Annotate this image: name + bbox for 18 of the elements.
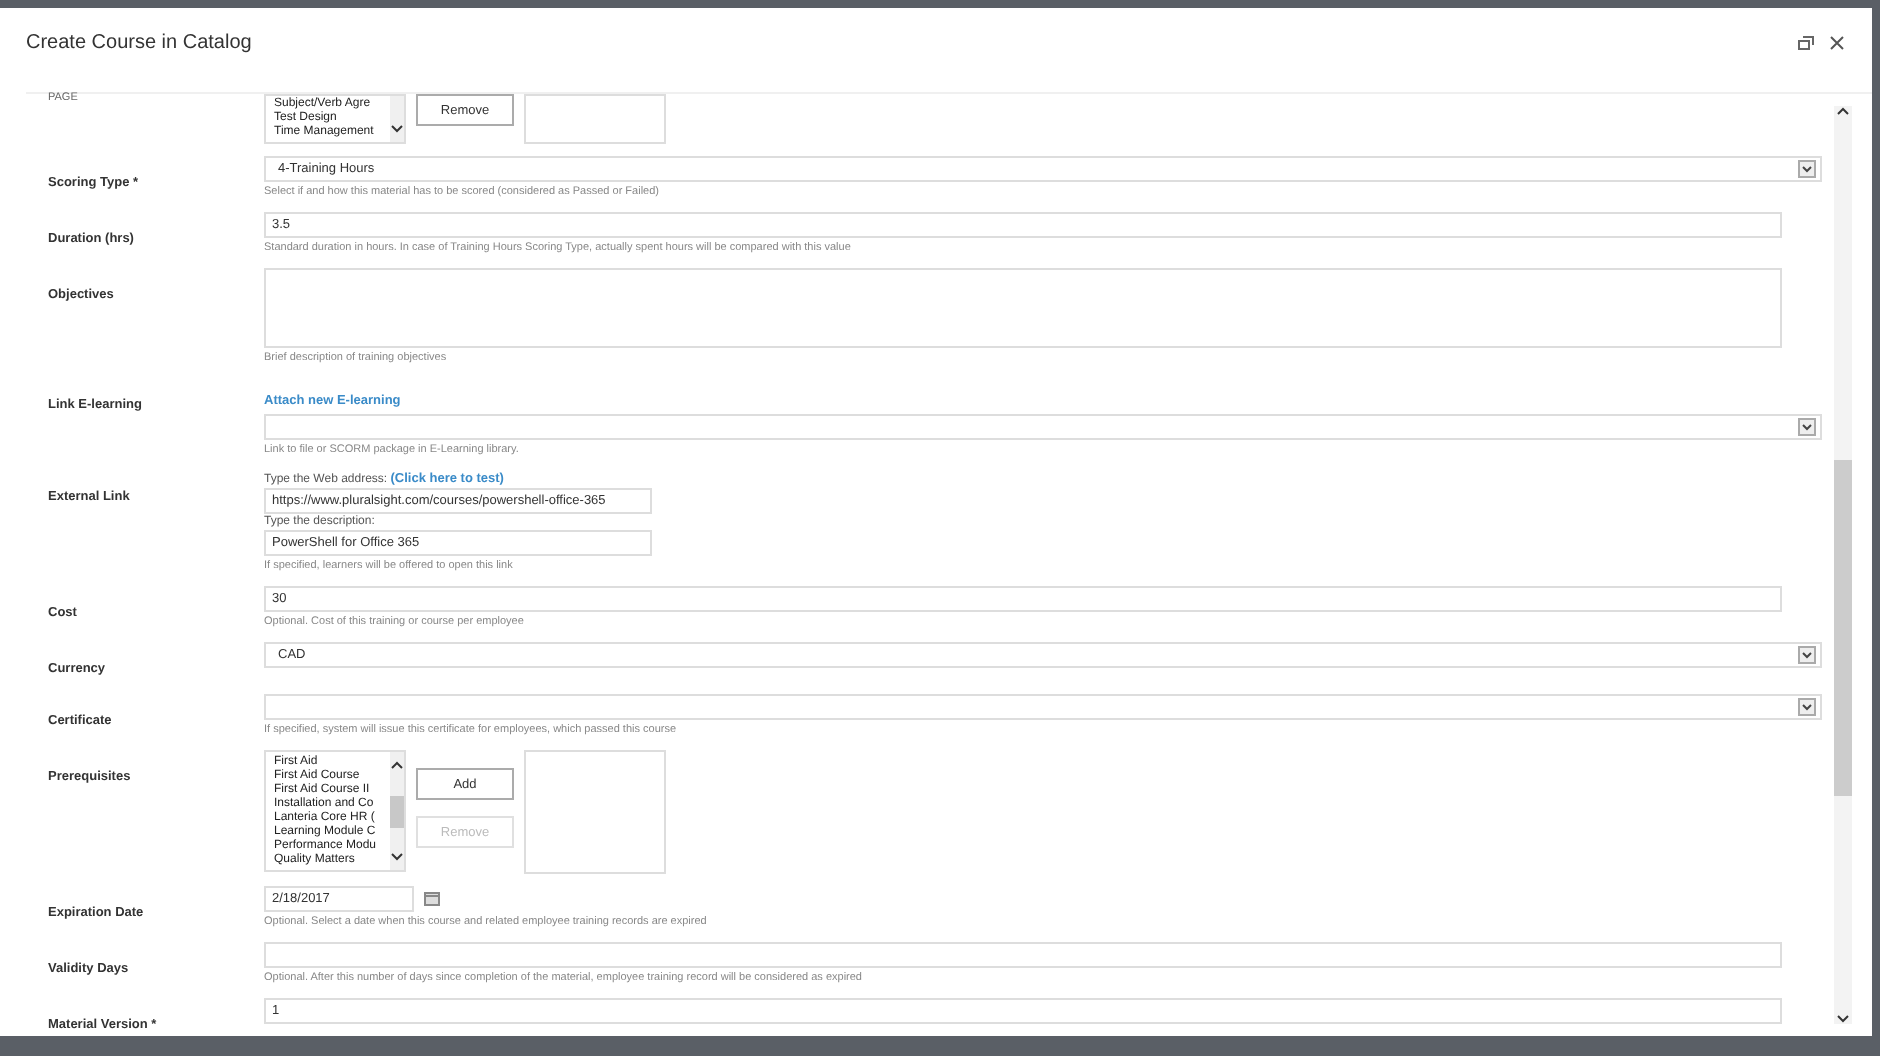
close-icon[interactable]	[1830, 35, 1844, 49]
restore-icon[interactable]	[1798, 35, 1814, 49]
chevron-up-icon[interactable]	[390, 760, 404, 770]
scrollbar[interactable]	[1834, 106, 1852, 1024]
dropdown-arrow-icon	[1798, 646, 1816, 664]
text-field[interactable]	[264, 942, 1782, 968]
dropdown-arrow-icon	[1798, 160, 1816, 178]
dropdown-arrow-icon	[1798, 698, 1816, 716]
list-scrollbar[interactable]	[390, 96, 404, 142]
chevron-down-icon[interactable]	[1836, 1014, 1850, 1024]
dropdown-arrow-icon	[1798, 418, 1816, 436]
calendar-icon[interactable]	[424, 892, 440, 906]
chevron-down-icon[interactable]	[390, 852, 404, 862]
textarea-field[interactable]	[264, 268, 1782, 348]
chevron-up-icon[interactable]	[1836, 106, 1850, 116]
chevron-down-icon[interactable]	[390, 124, 404, 134]
window-title: Create Course in Catalog	[26, 31, 254, 53]
list-scrollbar[interactable]	[390, 752, 404, 870]
